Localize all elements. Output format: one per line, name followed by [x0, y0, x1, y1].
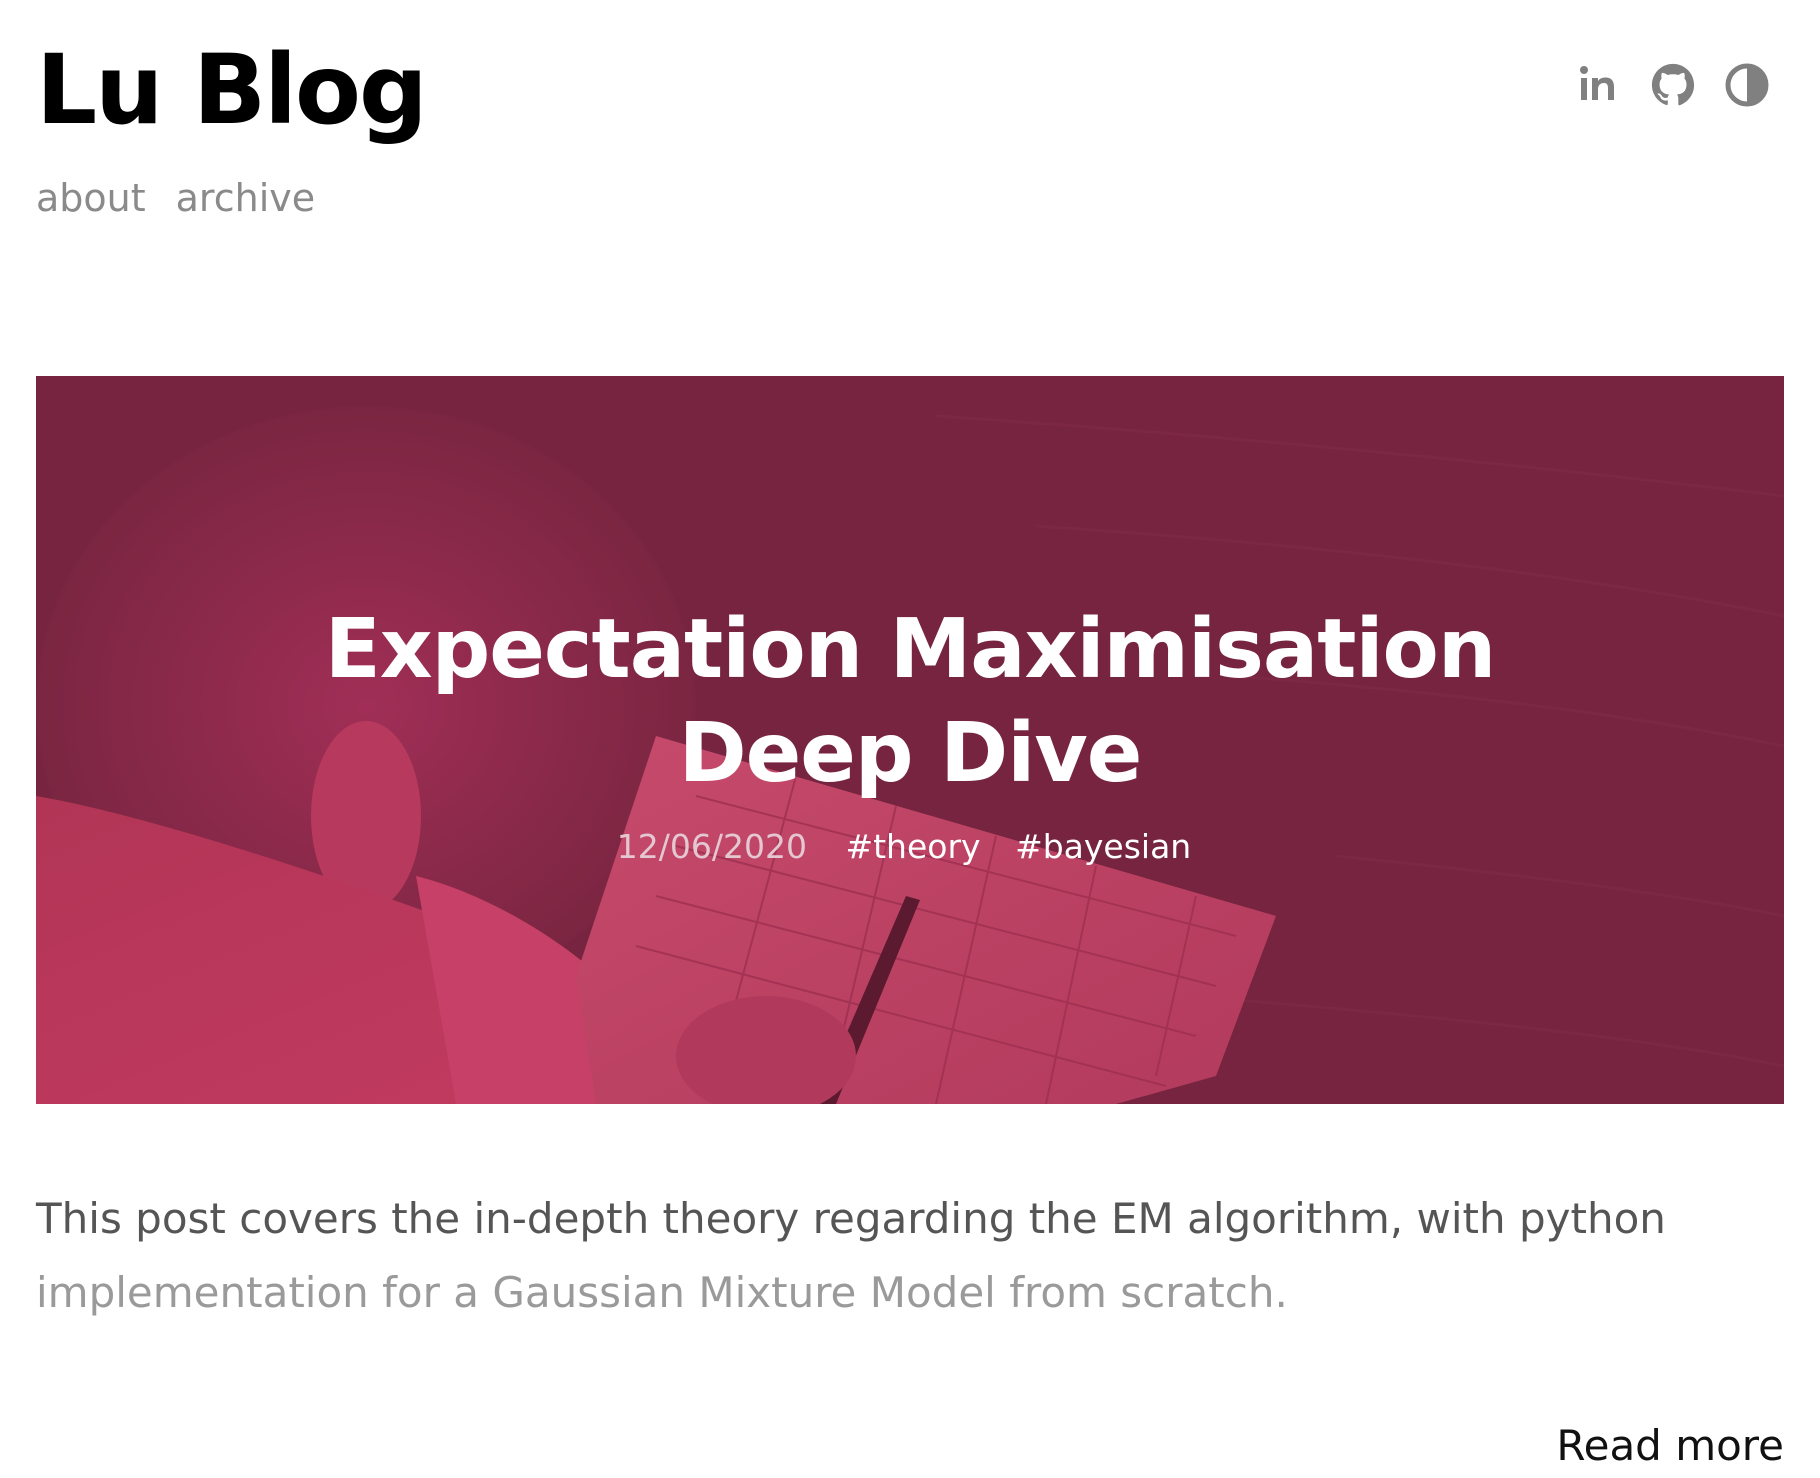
excerpt-line-1: This post covers the in-depth theory reg… — [36, 1194, 1666, 1243]
page: Lu Blog about archive Expectation Maximi… — [36, 0, 1784, 1478]
header-icons — [1576, 62, 1770, 108]
post-title-line-1: Expectation Maximisation — [324, 602, 1497, 697]
post-date: 12/06/2020 — [616, 827, 807, 866]
nav-item-archive[interactable]: archive — [176, 172, 315, 224]
read-more-link[interactable]: Read more — [1556, 1420, 1784, 1472]
main-nav: about archive — [36, 172, 315, 224]
excerpt-line-2: implementation for a Gaussian Mixture Mo… — [36, 1268, 1288, 1317]
post-meta: 12/06/2020 #theory #bayesian — [36, 824, 1784, 870]
tag-bayesian[interactable]: #bayesian — [1015, 827, 1191, 866]
github-icon[interactable] — [1650, 62, 1696, 108]
tag-theory[interactable]: #theory — [845, 827, 980, 866]
post-excerpt: This post covers the in-depth theory reg… — [36, 1182, 1784, 1330]
post-title-line-2: Deep Dive — [678, 706, 1143, 801]
nav-item-about[interactable]: about — [36, 172, 146, 224]
hero-content: Expectation Maximisation Deep Dive 12/06… — [36, 376, 1784, 1104]
linkedin-icon[interactable] — [1576, 62, 1622, 108]
post-title[interactable]: Expectation Maximisation Deep Dive — [210, 598, 1610, 806]
theme-toggle-icon[interactable] — [1724, 62, 1770, 108]
site-title[interactable]: Lu Blog — [36, 30, 428, 150]
post-hero[interactable]: Expectation Maximisation Deep Dive 12/06… — [36, 376, 1784, 1104]
